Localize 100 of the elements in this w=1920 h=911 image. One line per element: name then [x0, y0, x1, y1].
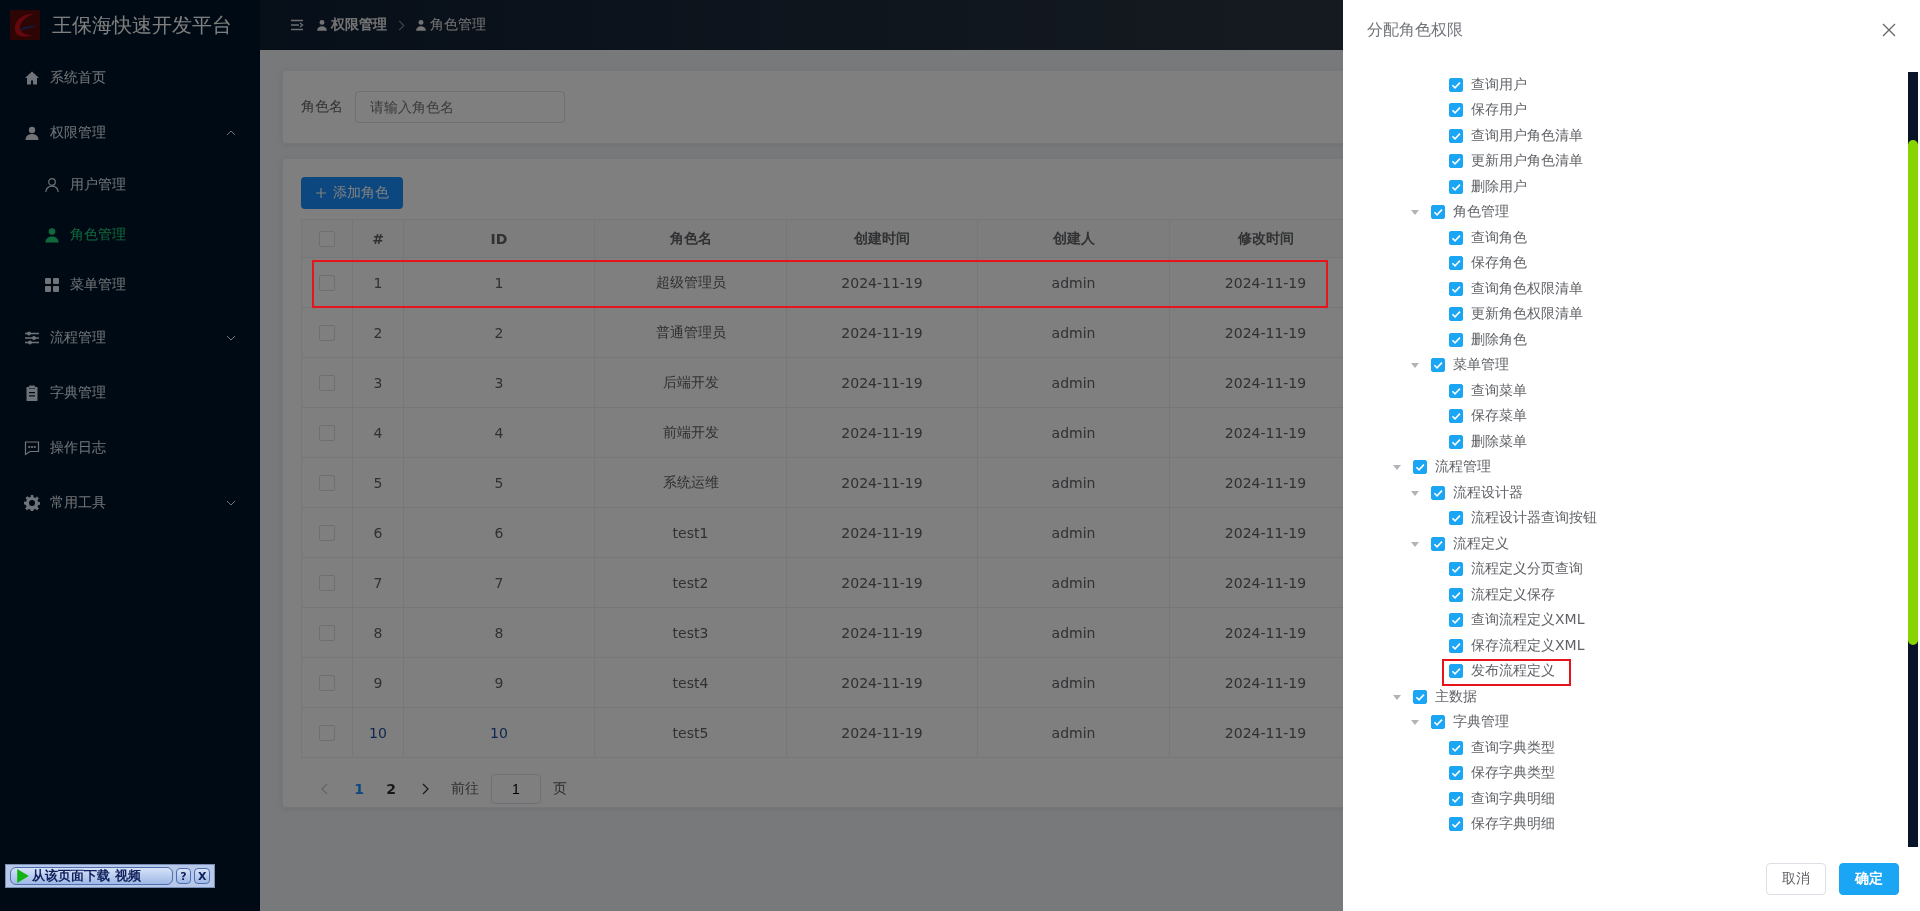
tree-item-label[interactable]: 删除菜单 [1471, 432, 1527, 451]
breadcrumb-item[interactable]: 权限管理 [316, 16, 387, 34]
tree-item-label[interactable]: 菜单管理 [1453, 356, 1509, 375]
table-cell: admin [978, 258, 1170, 307]
checkbox[interactable] [1449, 230, 1463, 245]
checkbox[interactable] [1449, 77, 1463, 92]
tree-item-label[interactable]: 流程定义分页查询 [1471, 560, 1583, 579]
tree-item-label[interactable]: 主数据 [1435, 687, 1477, 706]
table-cell: 1 [353, 258, 404, 307]
tree-item-label[interactable]: 保存用户 [1471, 101, 1527, 120]
checkbox[interactable] [1449, 307, 1463, 322]
checkbox[interactable] [1431, 485, 1445, 500]
checkbox[interactable] [1449, 434, 1463, 449]
tree-item-label[interactable]: 流程管理 [1435, 458, 1491, 477]
tree-item-label[interactable]: 查询用户 [1471, 75, 1527, 94]
table-cell: test3 [595, 608, 787, 657]
sidebar-item[interactable]: 字典管理 [0, 365, 260, 420]
tree-item-label[interactable]: 查询流程定义XML [1471, 611, 1585, 630]
checkbox[interactable] [1449, 383, 1463, 398]
checkbox[interactable] [1449, 281, 1463, 296]
tree-item-label[interactable]: 查询用户角色清单 [1471, 126, 1583, 145]
checkbox[interactable] [1449, 791, 1463, 806]
download-button[interactable]: 从该页面下载 视频 [10, 867, 173, 885]
checkbox[interactable] [1413, 689, 1427, 704]
checkbox[interactable] [1449, 740, 1463, 755]
tree-item-label[interactable]: 更新用户角色清单 [1471, 152, 1583, 171]
close-icon[interactable] [1882, 23, 1896, 37]
tree-item-label[interactable]: 保存字典类型 [1471, 764, 1555, 783]
tree-item-label[interactable]: 删除角色 [1471, 330, 1527, 349]
table-cell: 10 [404, 708, 595, 757]
table-cell: 后端开发 [595, 358, 787, 407]
checkbox[interactable] [1449, 613, 1463, 628]
checkbox[interactable] [1413, 460, 1427, 475]
page-number[interactable]: 2 [379, 781, 403, 797]
tree-item-label[interactable]: 流程设计器查询按钮 [1471, 509, 1597, 528]
close-button[interactable]: X [194, 868, 210, 884]
tree-item-label[interactable]: 角色管理 [1453, 203, 1509, 222]
person-icon [44, 177, 60, 193]
tree-item-label[interactable]: 流程定义保存 [1471, 585, 1555, 604]
checkbox[interactable] [1449, 332, 1463, 347]
checkbox[interactable] [1431, 205, 1445, 220]
sidebar-item[interactable]: 系统首页 [0, 50, 260, 105]
checkbox[interactable] [1449, 103, 1463, 118]
person-icon [415, 19, 427, 31]
checkbox[interactable] [1431, 358, 1445, 373]
checkbox[interactable] [1431, 536, 1445, 551]
previous-page-icon[interactable] [321, 783, 329, 795]
breadcrumb-item[interactable]: 角色管理 [415, 16, 486, 34]
table-cell: 10 [353, 708, 404, 757]
tree-item-label[interactable]: 保存流程定义XML [1471, 636, 1585, 655]
checkbox[interactable] [1449, 587, 1463, 602]
field-label: 角色名 [301, 98, 343, 116]
table-cell: 3 [404, 358, 595, 407]
sidebar-subitem[interactable]: 用户管理 [0, 160, 260, 210]
tree-item-label[interactable]: 查询角色权限清单 [1471, 279, 1583, 298]
person-icon [44, 227, 60, 243]
checkbox[interactable] [1449, 154, 1463, 169]
table-cell: test1 [595, 508, 787, 557]
checkbox[interactable] [1449, 256, 1463, 271]
checkbox[interactable] [1449, 638, 1463, 653]
settings-icon [24, 494, 40, 511]
checkbox[interactable] [1449, 664, 1463, 679]
search-field[interactable]: 请输入角色名 [355, 91, 565, 123]
tree-item-label[interactable]: 删除用户 [1471, 177, 1527, 196]
cancel-button[interactable]: 取消 [1766, 863, 1826, 895]
tree-item-label[interactable]: 更新角色权限清单 [1471, 305, 1583, 324]
tree-item-label[interactable]: 保存菜单 [1471, 407, 1527, 426]
sliders-icon [24, 329, 40, 346]
tree-item-label[interactable]: 保存角色 [1471, 254, 1527, 273]
next-page-icon[interactable] [421, 783, 429, 795]
checkbox[interactable] [1449, 511, 1463, 526]
tree-item-label[interactable]: 查询字典明细 [1471, 789, 1555, 808]
page-input[interactable]: 1 [491, 774, 541, 804]
checkbox[interactable] [1449, 179, 1463, 194]
checkbox[interactable] [1449, 128, 1463, 143]
table-cell: 9 [404, 658, 595, 707]
checkbox[interactable] [1449, 817, 1463, 832]
tree-item-label[interactable]: 查询字典类型 [1471, 738, 1555, 757]
tree-item-label[interactable]: 流程定义 [1453, 534, 1509, 553]
table-cell: 2024-11-19 [787, 408, 978, 457]
sidebar-item[interactable]: 操作日志 [0, 420, 260, 475]
checkbox[interactable] [1449, 409, 1463, 424]
checkbox[interactable] [1431, 715, 1445, 730]
tree-item-label[interactable]: 保存字典明细 [1471, 815, 1555, 834]
tree-item-label[interactable]: 字典管理 [1453, 713, 1509, 732]
sidebar-item[interactable]: 权限管理 [0, 105, 260, 160]
checkbox[interactable] [1449, 562, 1463, 577]
tree-item-label[interactable]: 发布流程定义 [1471, 662, 1555, 681]
tree-item-label[interactable]: 查询菜单 [1471, 381, 1527, 400]
scrollbar-thumb[interactable] [1908, 140, 1918, 645]
goto-label: 前往 [451, 780, 479, 798]
table-cell: 2024-11-19 [787, 458, 978, 507]
tree-item-label[interactable]: 流程设计器 [1453, 483, 1523, 502]
help-button[interactable]: ? [175, 868, 192, 884]
sidebar-subitem[interactable]: 菜单管理 [0, 260, 260, 310]
sidebar-item[interactable]: 流程管理 [0, 310, 260, 365]
sidebar-item[interactable]: 常用工具 [0, 475, 260, 530]
menu-icon[interactable] [290, 19, 304, 31]
tree-item-label[interactable]: 查询角色 [1471, 228, 1527, 247]
checkbox[interactable] [1449, 766, 1463, 781]
